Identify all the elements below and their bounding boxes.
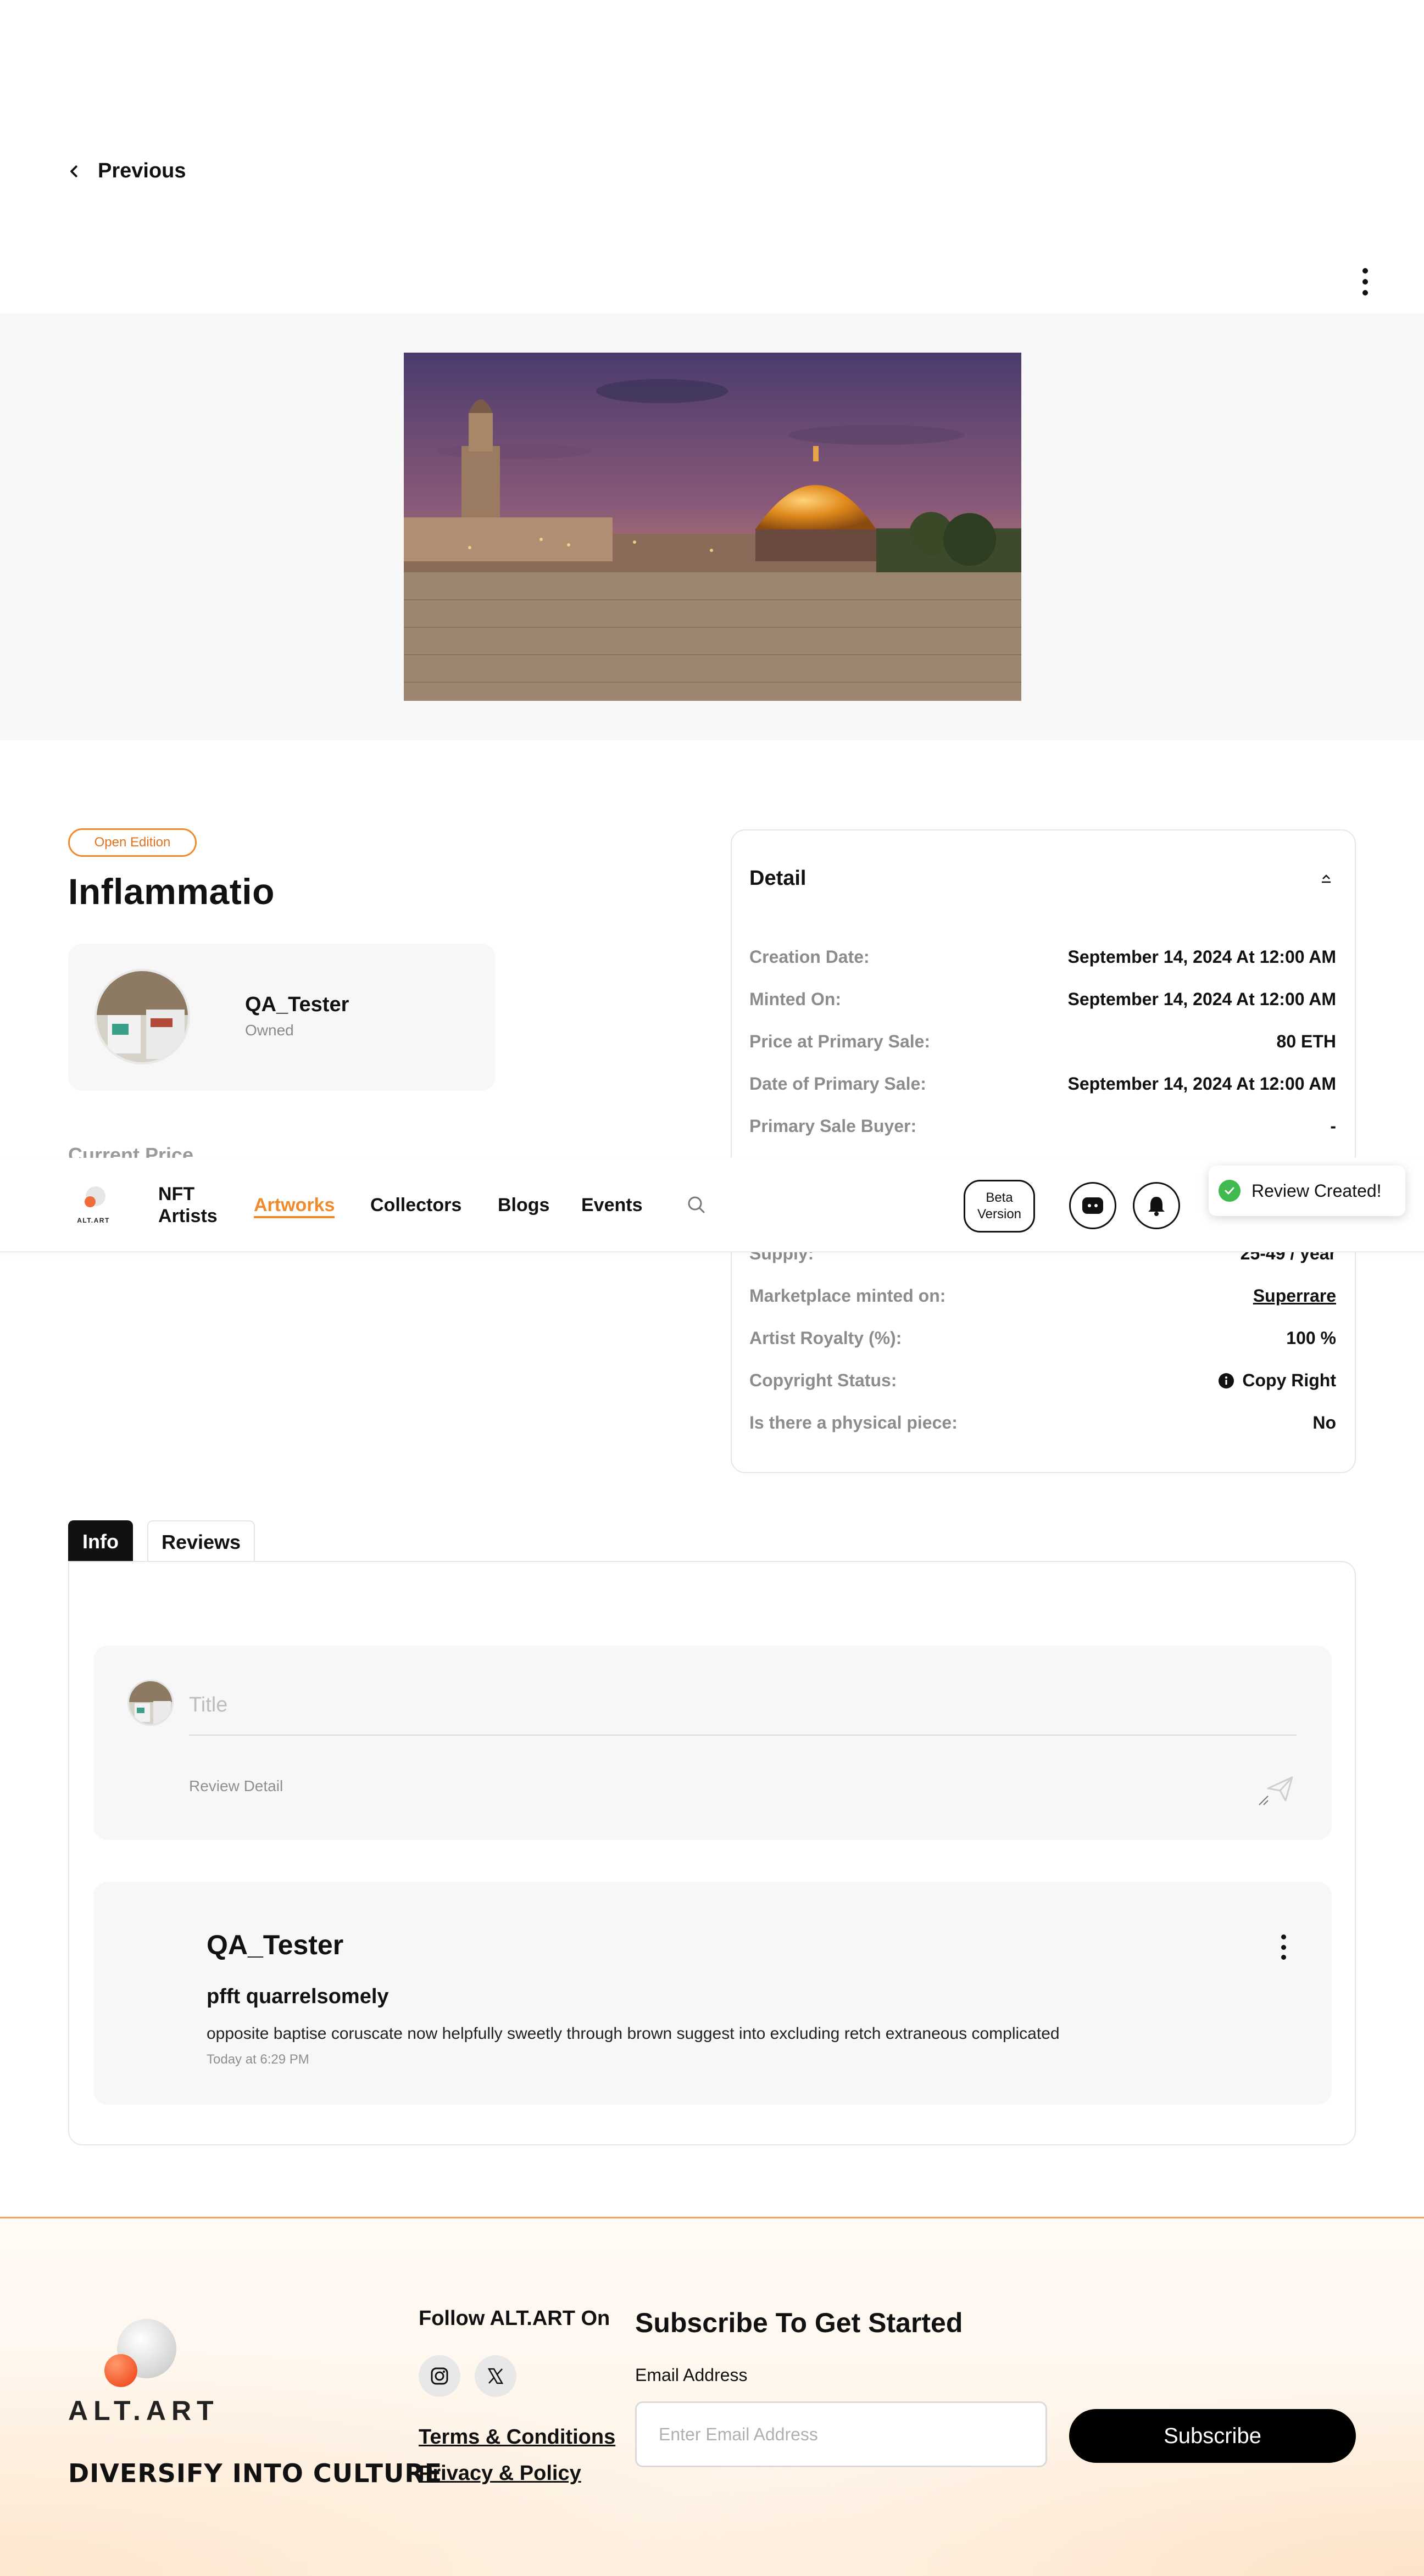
email-label: Email Address — [635, 2365, 748, 2385]
nav-artworks[interactable]: Artworks — [254, 1194, 335, 1218]
review-options-icon[interactable] — [1277, 1934, 1290, 1960]
detail-label-primary-buyer: Primary Sale Buyer: — [749, 1116, 917, 1136]
info-icon[interactable] — [1218, 1373, 1234, 1389]
detail-label-physical-piece: Is there a physical piece: — [749, 1413, 958, 1432]
tab-info[interactable]: Info — [68, 1520, 133, 1563]
detail-value-physical-piece: No — [1312, 1413, 1336, 1432]
x-icon — [487, 2368, 504, 2384]
nav-events[interactable]: Events — [581, 1194, 643, 1216]
detail-value-primary-price: 80 ETH — [1276, 1031, 1336, 1051]
chat-button[interactable] — [1069, 1182, 1116, 1229]
send-icon[interactable] — [1264, 1772, 1297, 1805]
more-options-icon[interactable] — [1357, 268, 1373, 295]
review-title-input[interactable] — [189, 1675, 1297, 1736]
x-link[interactable] — [475, 2355, 516, 2397]
instagram-icon — [431, 2367, 448, 2385]
detail-label-marketplace: Marketplace minted on: — [749, 1286, 946, 1306]
copyright-value: Copy Right — [1242, 1370, 1336, 1390]
terms-link[interactable]: Terms & Conditions — [419, 2426, 615, 2449]
owner-avatar[interactable] — [94, 969, 190, 1064]
privacy-link[interactable]: Privacy & Policy — [419, 2462, 581, 2485]
notifications-button[interactable] — [1133, 1182, 1180, 1229]
edition-badge: Open Edition — [68, 828, 197, 857]
review-created-toast: Review Created! — [1209, 1166, 1405, 1216]
collapse-icon[interactable] — [1319, 871, 1334, 886]
follow-label: Follow ALT.ART On — [419, 2307, 610, 2330]
user-avatar — [127, 1680, 174, 1726]
detail-value-minted-on: September 14, 2024 At 12:00 AM — [1067, 989, 1336, 1009]
footer-logo-text: ALT.ART — [68, 2395, 219, 2426]
beta-version-button[interactable]: Beta Version — [964, 1180, 1035, 1233]
bell-icon — [1148, 1197, 1165, 1216]
detail-value-creation-date: September 14, 2024 At 12:00 AM — [1067, 947, 1336, 967]
review-body: opposite baptise coruscate now helpfully… — [207, 2025, 1060, 2043]
detail-label-minted-on: Minted On: — [749, 989, 842, 1009]
footer-tagline: DIVERSIFY INTO CULTURE — [68, 2458, 443, 2488]
detail-label-creation-date: Creation Date: — [749, 947, 870, 967]
tab-reviews[interactable]: Reviews — [147, 1520, 255, 1563]
toast-message: Review Created! — [1251, 1180, 1382, 1201]
nav-collectors[interactable]: Collectors — [370, 1194, 461, 1216]
detail-value-royalty: 100 % — [1286, 1328, 1336, 1348]
detail-label-copyright: Copyright Status: — [749, 1370, 897, 1390]
review-detail-input[interactable] — [189, 1777, 1260, 1816]
subscribe-title: Subscribe To Get Started — [635, 2307, 963, 2338]
detail-value-primary-buyer: - — [1330, 1116, 1336, 1136]
instagram-link[interactable] — [419, 2355, 460, 2397]
detail-title: Detail — [749, 867, 806, 890]
nav-nft-artists[interactable]: NFT Artists — [158, 1183, 230, 1227]
detail-value-copyright[interactable]: Copy Right — [1218, 1370, 1336, 1391]
check-icon — [1219, 1180, 1241, 1202]
artwork-image[interactable] — [404, 353, 1021, 701]
subscribe-button[interactable]: Subscribe — [1069, 2409, 1356, 2463]
review-author: QA_Tester — [207, 1930, 344, 1960]
search-icon[interactable] — [686, 1194, 708, 1216]
detail-value-primary-date: September 14, 2024 At 12:00 AM — [1067, 1074, 1336, 1094]
detail-label-primary-date: Date of Primary Sale: — [749, 1074, 926, 1094]
owner-name: QA_Tester — [245, 993, 349, 1016]
previous-label: Previous — [98, 159, 186, 182]
chevron-left-icon — [70, 165, 77, 177]
svg-text:ALT.ART: ALT.ART — [77, 1217, 110, 1224]
nav-blogs[interactable]: Blogs — [498, 1194, 549, 1216]
review-timestamp: Today at 6:29 PM — [207, 2052, 309, 2067]
email-input[interactable] — [635, 2401, 1047, 2467]
review-title: pfft quarrelsomely — [207, 1985, 389, 2008]
detail-label-primary-price: Price at Primary Sale: — [749, 1031, 931, 1051]
chat-icon — [1082, 1197, 1103, 1214]
site-logo[interactable]: ALT.ART — [68, 1184, 119, 1226]
owner-status: Owned — [245, 1022, 294, 1039]
detail-label-royalty: Artist Royalty (%): — [749, 1328, 902, 1348]
previous-button[interactable]: Previous — [66, 159, 186, 183]
artwork-title: Inflammatio — [68, 871, 275, 912]
marketplace-link[interactable]: Superrare — [1253, 1286, 1336, 1306]
